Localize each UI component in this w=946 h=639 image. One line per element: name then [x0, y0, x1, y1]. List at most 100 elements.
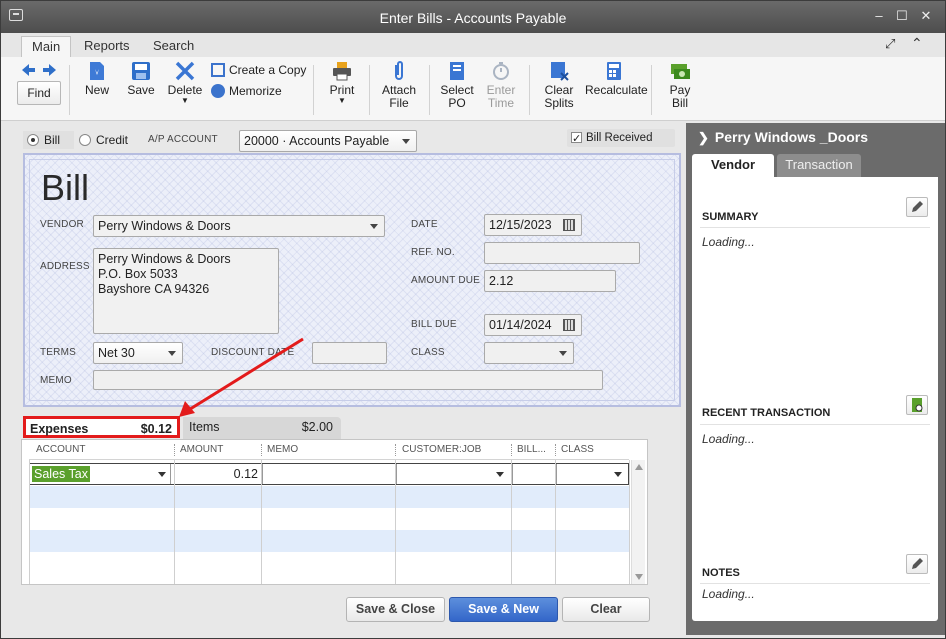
summary-heading: SUMMARY: [702, 211, 759, 223]
enter-bills-window: Enter Bills - Accounts Payable – ☐ ✕ Mai…: [0, 0, 946, 639]
tab-transaction[interactable]: Transaction: [777, 154, 861, 177]
maximize-icon[interactable]: ☐: [894, 9, 910, 23]
print-dropdown-icon[interactable]: ▼: [327, 97, 357, 105]
chevron-down-icon[interactable]: [158, 472, 166, 477]
window-title: Enter Bills - Accounts Payable: [379, 10, 567, 26]
clear-splits-icon: [551, 62, 569, 81]
save-close-button[interactable]: Save & Close: [346, 597, 445, 622]
save-button[interactable]: Save: [127, 61, 155, 97]
notes-heading: NOTES: [702, 567, 740, 579]
column-amount: AMOUNT: [180, 444, 224, 455]
date-label: DATE: [411, 219, 438, 230]
table-row[interactable]: [29, 552, 629, 574]
bill-main-area: Bill Credit A/P ACCOUNT 20000 · Accounts…: [9, 123, 685, 635]
bill-due-label: BILL DUE: [411, 319, 457, 330]
print-button[interactable]: Print ▼: [327, 61, 357, 105]
panel-body: SUMMARY Loading... RECENT TRANSACTION Lo…: [692, 177, 938, 621]
amount-cell[interactable]: 0.12: [170, 467, 258, 481]
bill-received-checkbox[interactable]: Bill Received: [567, 129, 675, 148]
recalculate-button[interactable]: Recalculate: [585, 61, 648, 97]
tab-vendor[interactable]: Vendor: [692, 154, 774, 177]
memorize-button[interactable]: Memorize: [211, 84, 291, 98]
calendar-icon[interactable]: [563, 219, 575, 231]
chevron-down-icon: [559, 351, 567, 356]
credit-radio[interactable]: Credit: [79, 131, 128, 149]
calendar-icon[interactable]: [563, 319, 575, 331]
table-row[interactable]: [29, 530, 629, 552]
enter-time-button[interactable]: Enter Time: [485, 61, 517, 110]
recent-transaction-heading: RECENT TRANSACTION: [702, 407, 831, 419]
new-button[interactable]: New: [83, 61, 111, 97]
recent-loading: Loading...: [702, 432, 755, 446]
discount-date-field[interactable]: [312, 342, 387, 364]
bill-due-field[interactable]: 01/14/2024: [484, 314, 582, 336]
address-field[interactable]: Perry Windows & Doors P.O. Box 5033 Bays…: [93, 248, 279, 334]
delete-button[interactable]: Delete ▼: [167, 61, 203, 105]
address-label: ADDRESS: [40, 261, 90, 272]
printer-icon: [333, 62, 351, 81]
new-document-icon: [90, 62, 104, 80]
select-po-button[interactable]: Select PO: [439, 61, 475, 110]
clear-splits-button[interactable]: Clear Splits: [541, 61, 577, 110]
column-account: ACCOUNT: [36, 444, 86, 455]
pay-bill-button[interactable]: Pay Bill: [665, 61, 695, 110]
summary-loading: Loading...: [702, 235, 755, 249]
prev-next-arrows-icon[interactable]: [21, 63, 57, 77]
chevron-down-icon[interactable]: [496, 472, 504, 477]
ap-account-label: A/P ACCOUNT: [148, 134, 218, 145]
ap-account-select[interactable]: 20000 · Accounts Payable: [239, 130, 417, 152]
title-bar: Enter Bills - Accounts Payable – ☐ ✕: [1, 1, 945, 33]
paperclip-icon: [395, 61, 403, 80]
scroll-up-icon[interactable]: [635, 464, 643, 470]
edit-notes-pencil-icon[interactable]: [906, 554, 928, 574]
memorize-icon: [211, 84, 225, 98]
find-button[interactable]: Find: [17, 81, 61, 105]
stopwatch-icon: [493, 62, 509, 80]
delete-dropdown-icon[interactable]: ▼: [167, 97, 203, 105]
clear-button[interactable]: Clear: [562, 597, 650, 622]
bill-radio[interactable]: Bill: [23, 131, 75, 149]
table-row[interactable]: [29, 508, 629, 530]
annotation-arrow: [179, 337, 304, 417]
class-select[interactable]: [484, 342, 574, 364]
class-label: CLASS: [411, 347, 445, 358]
close-icon[interactable]: ✕: [918, 9, 934, 23]
column-customer-job: CUSTOMER:JOB: [402, 444, 482, 455]
tab-main[interactable]: Main: [21, 36, 72, 57]
grid-header: ACCOUNT AMOUNT MEMO CUSTOMER:JOB BILL...…: [29, 440, 629, 460]
column-billable: BILL...: [517, 444, 546, 455]
expenses-grid: ACCOUNT AMOUNT MEMO CUSTOMER:JOB BILL...…: [21, 439, 648, 585]
column-class: CLASS: [561, 444, 594, 455]
chevron-down-icon: [402, 139, 410, 144]
collapse-ribbon-icon[interactable]: ⌃: [911, 35, 923, 52]
minimize-icon[interactable]: –: [871, 9, 887, 23]
amount-due-label: AMOUNT DUE: [411, 275, 481, 286]
tab-reports[interactable]: Reports: [74, 36, 140, 57]
save-new-button[interactable]: Save & New: [449, 597, 558, 622]
report-icon[interactable]: [906, 395, 928, 415]
expand-icon[interactable]: ⤢: [885, 36, 895, 52]
grid-scrollbar[interactable]: [631, 460, 645, 584]
table-row[interactable]: Sales Tax 0.12: [29, 463, 629, 485]
scroll-down-icon[interactable]: [635, 574, 643, 580]
chevron-right-icon[interactable]: ❯: [698, 130, 709, 145]
ribbon-tabs: Main Reports Search ⤢ ⌃: [1, 33, 945, 57]
attach-file-button[interactable]: Attach File: [381, 61, 417, 110]
create-copy-button[interactable]: Create a Copy: [211, 63, 311, 77]
delete-x-icon: [175, 61, 195, 81]
ref-no-field[interactable]: [484, 242, 640, 264]
expenses-tab[interactable]: Expenses $0.12: [23, 416, 180, 438]
tab-search[interactable]: Search: [143, 36, 204, 57]
notes-loading: Loading...: [702, 587, 755, 601]
edit-pencil-icon[interactable]: [906, 197, 928, 217]
account-cell[interactable]: Sales Tax: [32, 466, 90, 482]
amount-due-field[interactable]: 2.12: [484, 270, 616, 292]
chevron-down-icon: [370, 224, 378, 229]
calculator-icon: [607, 62, 621, 80]
chevron-down-icon[interactable]: [614, 472, 622, 477]
vendor-select[interactable]: Perry Windows & Doors: [93, 215, 385, 237]
panel-vendor-name: ❯ Perry Windows _Doors: [698, 129, 869, 145]
date-field[interactable]: 12/15/2023: [484, 214, 582, 236]
vendor-label: VENDOR: [40, 219, 84, 230]
table-row[interactable]: [29, 486, 629, 508]
